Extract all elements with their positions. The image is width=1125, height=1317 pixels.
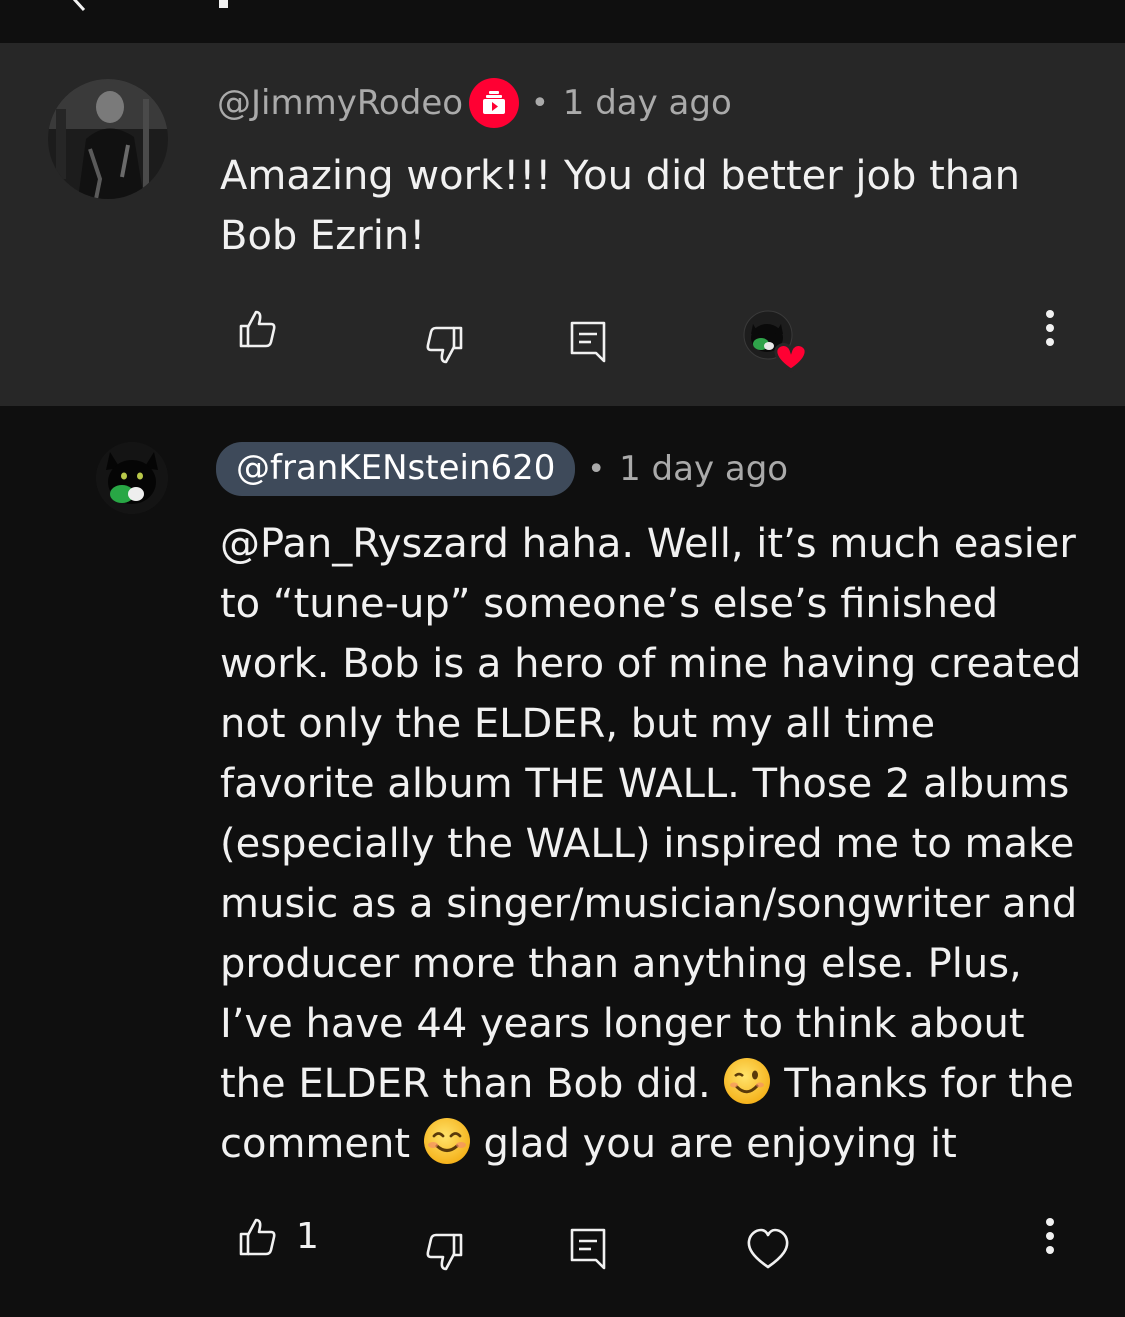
avatar[interactable] — [96, 442, 168, 514]
top-bar — [0, 0, 1125, 43]
creator-heart-icon — [743, 310, 808, 372]
reply-icon — [570, 1228, 606, 1270]
creator-heart — [743, 310, 809, 372]
avatar-photo-icon — [48, 79, 168, 199]
cat-avatar-icon — [96, 442, 168, 514]
member-badge-icon — [469, 78, 520, 128]
title-fragment — [219, 0, 228, 8]
like-button[interactable]: 1 — [238, 1216, 319, 1257]
creator-handle-pill[interactable]: @franKENstein620 — [216, 442, 576, 496]
author-handle[interactable]: @JimmyRodeo — [217, 83, 463, 123]
like-count: 1 — [296, 1216, 319, 1257]
comment-text-part-1: @Pan_Ryszard haha. Well, it’s much easie… — [220, 521, 1082, 1107]
comment-meta: @JimmyRodeo • 1 day ago — [217, 75, 732, 131]
winking-face-emoji-icon — [724, 1058, 771, 1104]
smiling-face-emoji-icon — [423, 1118, 470, 1164]
thumbs-up-icon — [239, 1218, 276, 1255]
comment-text-part-3: glad you are enjoying it — [483, 1121, 957, 1167]
heart-button[interactable] — [746, 1228, 790, 1270]
dislike-button[interactable] — [424, 325, 464, 365]
comment-meta: @franKENstein620 • 1 day ago — [216, 442, 788, 496]
comment-text: @Pan_Ryszard haha. Well, it’s much easie… — [220, 514, 1090, 1174]
timestamp: 1 day ago — [619, 449, 789, 489]
more-vertical-icon — [1046, 1218, 1054, 1254]
thumbs-up-icon — [239, 310, 276, 348]
comment-text: Amazing work!!! You did better job than … — [220, 153, 1021, 259]
back-arrow-icon[interactable] — [66, 0, 92, 12]
reply-comment: @franKENstein620 • 1 day ago @Pan_Ryszar… — [0, 406, 1125, 1317]
highlighted-comment: @JimmyRodeo • 1 day ago Amazing work!!! … — [0, 43, 1125, 406]
heart-icon — [747, 1228, 789, 1269]
more-vertical-icon — [1046, 310, 1054, 346]
dislike-button[interactable] — [424, 1232, 464, 1272]
reply-button[interactable] — [570, 1228, 606, 1272]
like-button[interactable] — [238, 309, 278, 349]
thumbs-down-icon — [426, 1233, 463, 1271]
more-options-button[interactable] — [1040, 1217, 1060, 1257]
thumbs-down-icon — [426, 326, 463, 364]
reply-button[interactable] — [570, 321, 606, 365]
separator-dot: • — [531, 85, 549, 121]
timestamp: 1 day ago — [562, 83, 732, 123]
more-options-button[interactable] — [1040, 309, 1060, 349]
separator-dot: • — [587, 451, 606, 487]
reply-icon — [570, 321, 606, 363]
avatar[interactable] — [48, 79, 168, 199]
